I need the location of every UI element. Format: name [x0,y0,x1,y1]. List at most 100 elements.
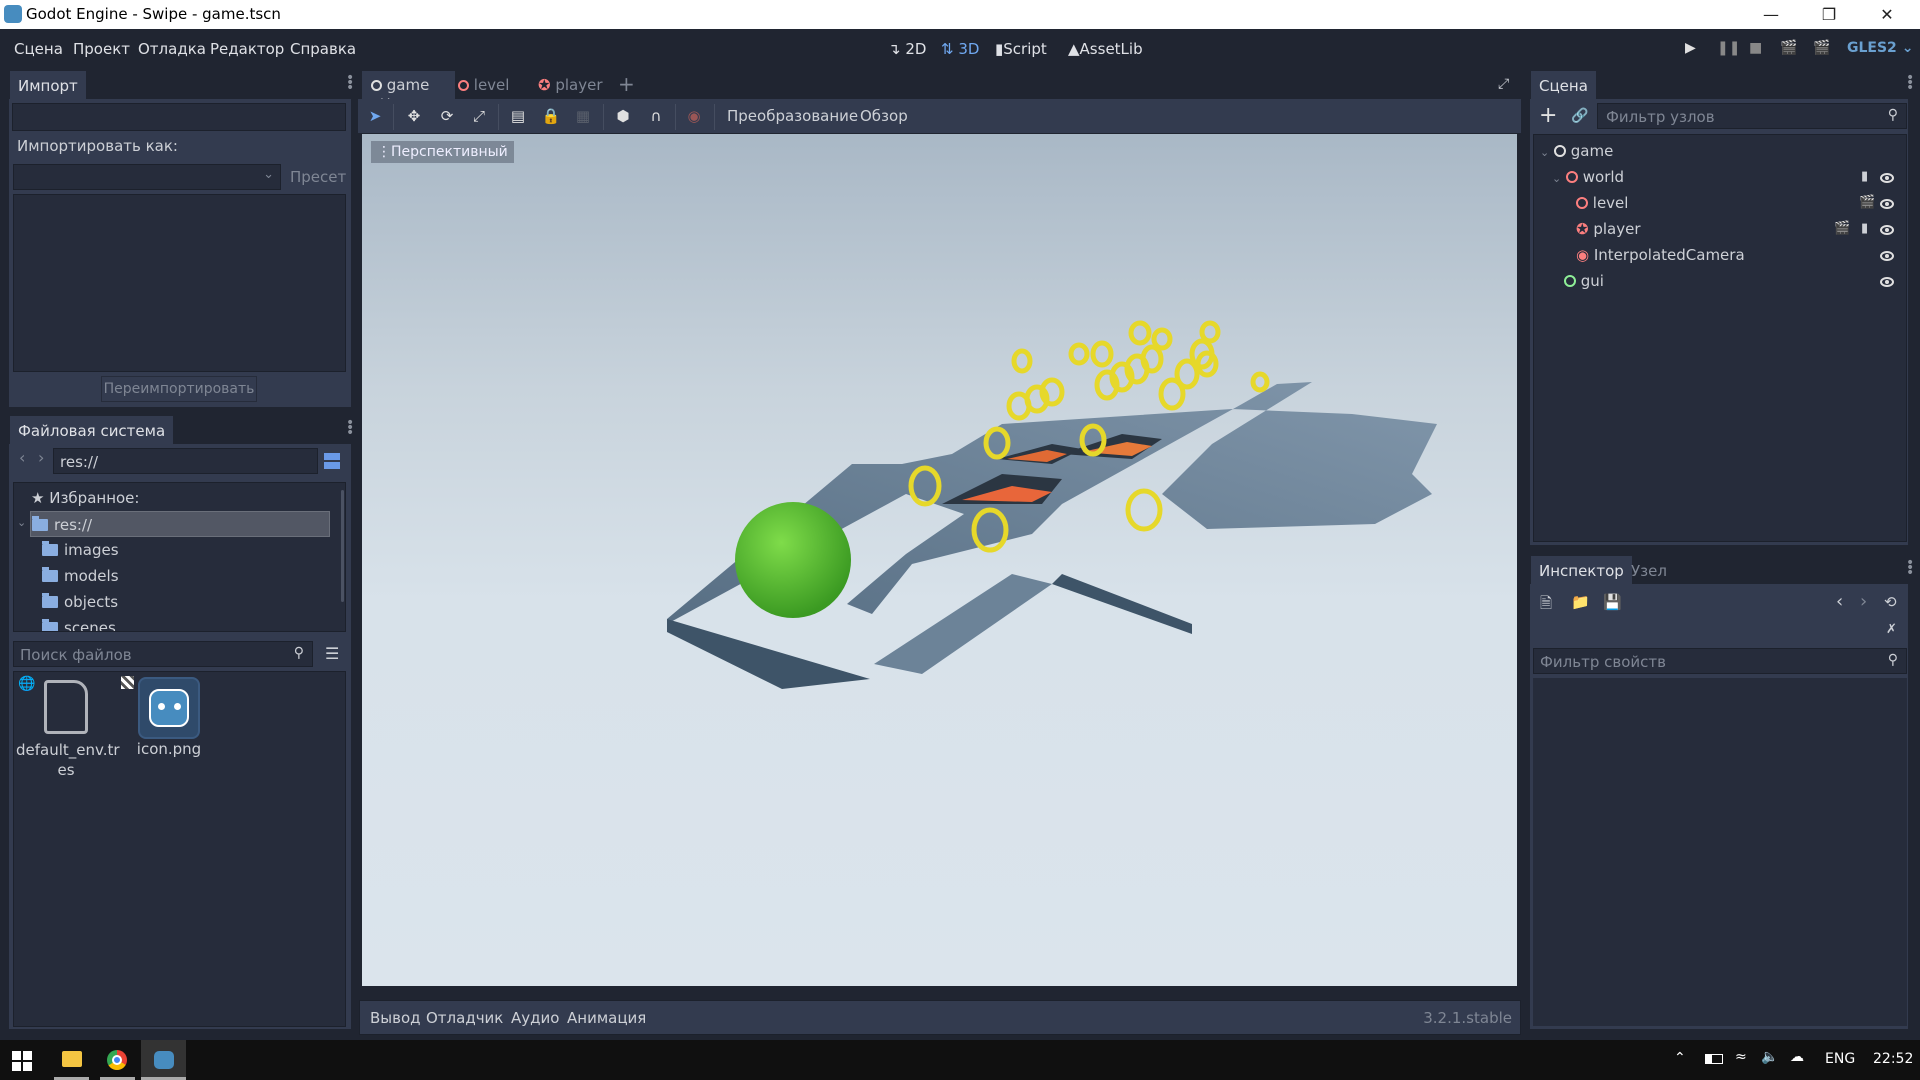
pause-button[interactable]: ❚❚ [1717,40,1740,56]
reimport-button[interactable]: Переимпортировать [101,376,257,402]
tab-audio[interactable]: Аудио [511,1009,559,1027]
save-resource-icon[interactable]: 💾 [1603,593,1622,611]
folder-item[interactable]: objects [42,589,118,615]
transform-menu[interactable]: Преобразование [727,107,858,125]
folder-item[interactable]: models [42,563,119,589]
forward-icon[interactable]: › [38,448,44,467]
select-tool-icon[interactable]: ➤ [364,107,386,127]
history-back-icon[interactable]: ‹ [1836,591,1843,612]
tab-debugger[interactable]: Отладчик [426,1009,503,1027]
play-button[interactable]: ▶ [1685,40,1696,56]
dock-menu-icon[interactable]: • • • [1906,556,1914,580]
visibility-icon[interactable] [1880,251,1894,261]
icon-png-thumbnail[interactable] [138,677,200,739]
minimize-button[interactable]: — [1742,0,1800,29]
instance-icon[interactable]: 🎬 [1859,195,1875,210]
restore-button[interactable]: ❐ [1800,0,1858,29]
visibility-icon[interactable] [1880,277,1894,287]
instance-icon[interactable]: 🎬 [1834,221,1850,236]
move-tool-icon[interactable]: ✥ [403,107,425,127]
tree-node-player[interactable]: ✪ player [1576,216,1641,242]
play-custom-scene-button[interactable]: 🎬 [1813,40,1830,56]
tree-node-game[interactable]: ⌄ game [1540,138,1613,164]
script-icon[interactable]: ▮ [1861,169,1868,184]
preset-button[interactable]: Пресет [290,168,346,186]
3d-viewport[interactable]: ⋮Перспективный [362,134,1517,986]
import-as-select[interactable]: ⌄ [13,164,281,190]
scale-tool-icon[interactable]: ⤢ [468,107,490,127]
list-select-icon[interactable]: ▤ [507,107,529,127]
renderer-select[interactable]: GLES2 ⌄ [1847,40,1913,56]
show-hidden-icons[interactable]: ⌃ [1674,1050,1686,1066]
tab-output[interactable]: Вывод [370,1009,421,1027]
file-explorer-icon[interactable] [62,1051,82,1067]
volume-icon[interactable]: 🔈 [1761,1049,1778,1065]
dock-menu-icon[interactable]: • • • [346,416,354,440]
object-tools-icon[interactable]: ✗ [1886,622,1897,637]
script-icon[interactable]: ▮ [1861,221,1868,236]
tab-import[interactable]: Импорт [10,71,86,99]
node-filter-input[interactable]: Фильтр узлов ⚲ [1597,103,1907,129]
favorites-item[interactable]: ★ Избранное: [31,485,139,511]
close-window-button[interactable]: ✕ [1858,0,1916,29]
tab-node[interactable]: Узел [1623,556,1675,584]
res-root-item[interactable]: res:// [30,511,330,537]
tab-filesystem[interactable]: Файловая система [10,416,174,444]
link-icon[interactable]: 🔗 [1571,108,1588,124]
tab-animation[interactable]: Анимация [567,1009,646,1027]
view-menu[interactable]: Обзор [860,107,908,125]
godot-taskbar-button[interactable] [141,1040,186,1080]
wifi-icon[interactable]: ≈ [1735,1049,1747,1065]
file-search-input[interactable]: Поиск файлов ⚲ [13,641,313,667]
language-indicator[interactable]: ENG [1825,1051,1855,1067]
cloud-upload-icon[interactable]: ☁ [1790,1049,1804,1065]
play-scene-button[interactable]: 🎬 [1780,40,1797,56]
scene-tab-game[interactable]: game ✕ [362,71,455,112]
menu-debug[interactable]: Отладка [138,40,206,58]
folder-item[interactable]: images [42,537,119,563]
visibility-icon[interactable] [1880,225,1894,235]
visibility-icon[interactable] [1880,173,1894,183]
tree-node-level[interactable]: level [1576,190,1628,216]
menu-editor[interactable]: Редактор [210,40,284,58]
list-view-icon[interactable]: ☰ [325,644,339,663]
tree-node-interpolatedcamera[interactable]: ◉ InterpolatedCamera [1576,242,1745,268]
clock[interactable]: 22:52 [1873,1051,1913,1067]
menu-help[interactable]: Справка [290,40,356,58]
battery-icon[interactable] [1705,1054,1723,1064]
path-field[interactable]: res:// [53,448,318,474]
lock-icon[interactable]: 🔒 [540,107,562,127]
collapse-arrow-icon[interactable]: ⌄ [1552,172,1561,185]
scene-tab-player[interactable]: ✪ player [538,76,603,94]
group-icon[interactable]: ▦ [572,107,594,127]
history-forward-icon[interactable]: › [1860,591,1867,612]
file-item[interactable]: default_env.tr es [16,740,120,780]
mode-assetlib-button[interactable]: ▲AssetLib [1068,40,1143,58]
back-icon[interactable]: ‹ [19,448,25,467]
stop-button[interactable]: ■ [1749,40,1762,56]
new-resource-icon[interactable]: 🗎 [1540,593,1552,618]
collapse-arrow-icon[interactable]: ⌄ [1540,146,1549,159]
file-item[interactable]: icon.png [129,740,209,758]
tree-node-gui[interactable]: gui [1564,268,1604,294]
add-scene-tab-icon[interactable]: + [618,72,635,96]
open-resource-icon[interactable]: 📁 [1571,593,1590,611]
dock-menu-icon[interactable]: • • • [1906,71,1914,95]
mode-script-button[interactable]: ▮Script [995,40,1047,58]
add-node-icon[interactable]: + [1539,103,1557,128]
dock-menu-icon[interactable]: • • • [346,71,354,95]
collapse-arrow-icon[interactable]: ⌄ [17,516,26,529]
split-view-icon[interactable] [324,453,340,469]
mode-3d-button[interactable]: ⇅ 3D [941,40,979,58]
chrome-icon[interactable] [107,1050,127,1070]
mode-2d-button[interactable]: ↴ 2D [888,40,926,58]
file-icon[interactable] [44,680,88,734]
property-filter-input[interactable]: Фильтр свойств ⚲ [1533,648,1907,674]
folder-item[interactable]: scenes [42,615,116,631]
scene-tab-level[interactable]: level [458,76,509,94]
distraction-free-icon[interactable]: ⤢ [1498,76,1509,92]
menu-scene[interactable]: Сцена [14,40,63,58]
history-icon[interactable]: ⟲ [1884,593,1897,611]
windows-start-icon[interactable] [12,1051,32,1071]
menu-project[interactable]: Проект [73,40,130,58]
